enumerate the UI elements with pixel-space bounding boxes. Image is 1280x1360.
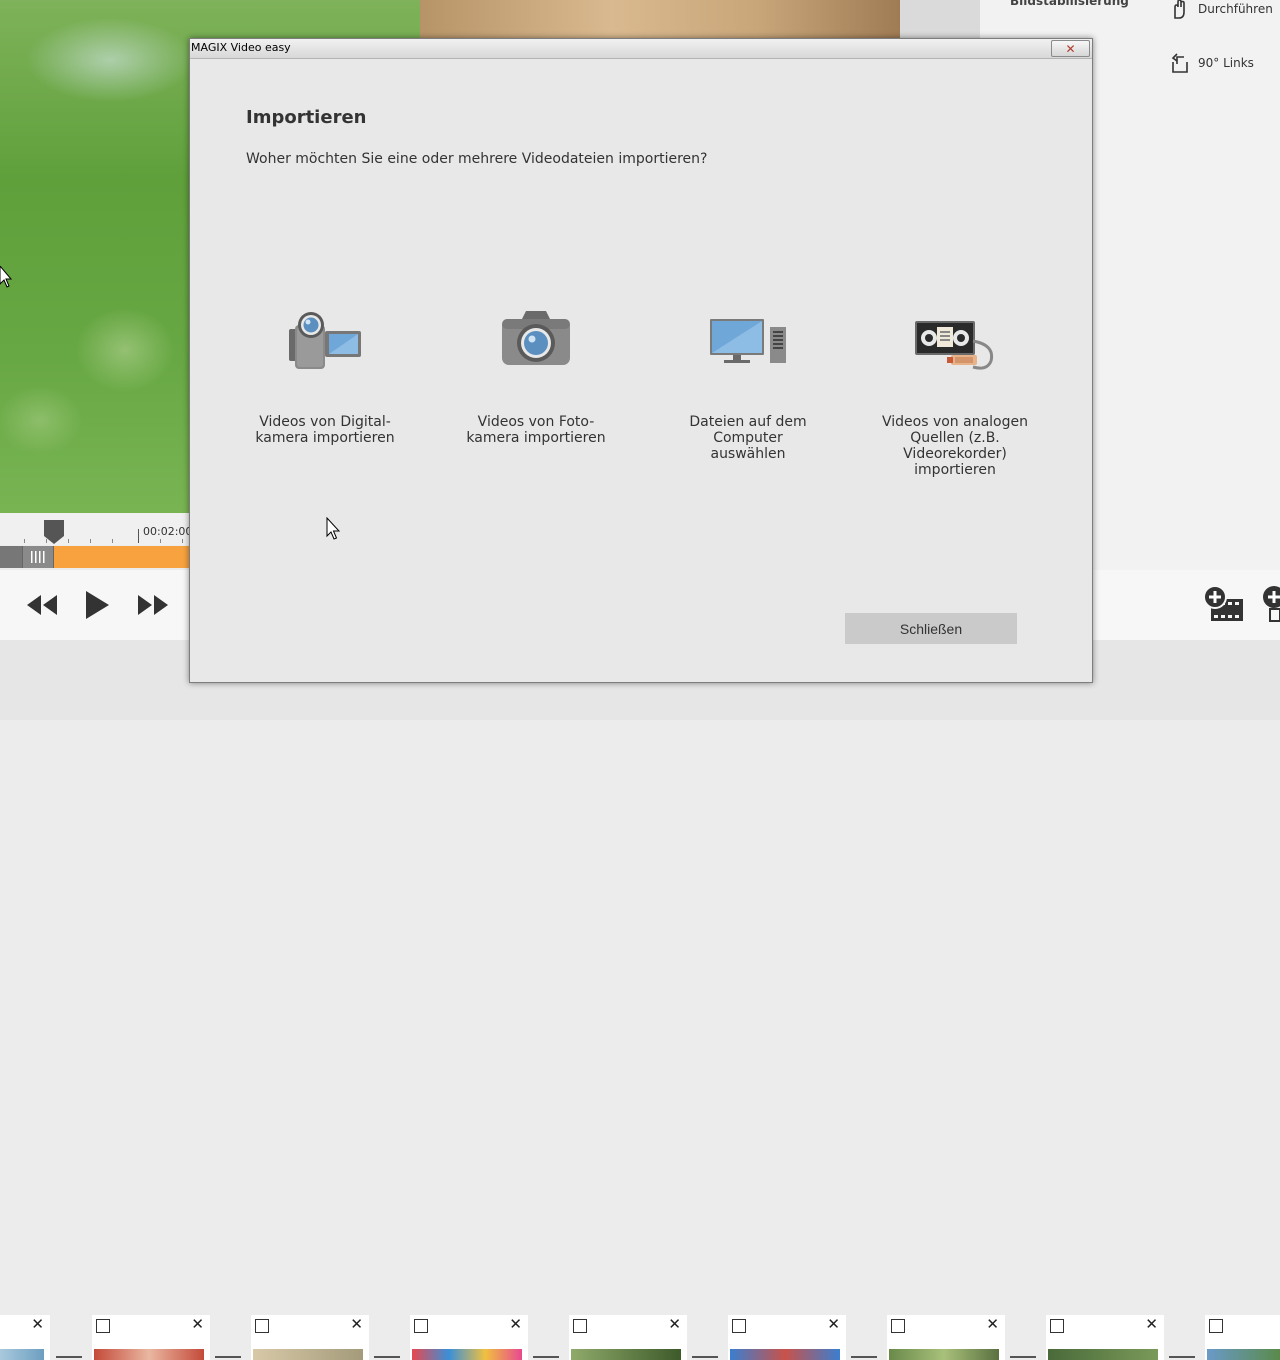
clip-checkbox[interactable] xyxy=(891,1319,905,1333)
clip-checkbox[interactable] xyxy=(1209,1319,1223,1333)
close-icon: ✕ xyxy=(1065,41,1076,56)
play-icon[interactable] xyxy=(82,590,112,620)
storyboard-clip[interactable]: ✕ xyxy=(215,1315,369,1360)
storyboard-clip[interactable]: ✕ xyxy=(533,1315,687,1360)
remove-clip-icon[interactable]: ✕ xyxy=(191,1315,204,1333)
preview-image-top xyxy=(420,0,900,40)
computer-icon xyxy=(710,319,786,363)
rotate-left-button[interactable]: 90° Links xyxy=(1168,52,1254,74)
rotate-left-label: 90° Links xyxy=(1198,56,1254,70)
window-title: MAGIX Video easy xyxy=(191,41,291,54)
fast-forward-icon[interactable] xyxy=(136,590,170,620)
rotate-left-icon xyxy=(1171,53,1188,73)
remove-clip-icon[interactable]: ✕ xyxy=(509,1315,522,1333)
dialog-heading: Importieren xyxy=(246,107,367,128)
dialog-question: Woher möchten Sie eine oder mehrere Vide… xyxy=(246,151,708,167)
clip-checkbox[interactable] xyxy=(96,1319,110,1333)
storyboard-clip[interactable] xyxy=(1169,1315,1280,1360)
clip-checkbox[interactable] xyxy=(1050,1319,1064,1333)
dialog-titlebar[interactable]: MAGIX Video easy ✕ xyxy=(190,39,1092,59)
perform-label: Durchführen xyxy=(1198,2,1273,16)
preview-gap xyxy=(900,0,980,40)
remove-clip-icon[interactable]: ✕ xyxy=(827,1315,840,1333)
close-dialog-button[interactable]: Schließen xyxy=(845,613,1017,644)
storyboard-clip[interactable]: ✕ xyxy=(1010,1315,1164,1360)
mouse-cursor-icon xyxy=(326,517,341,540)
track-grip-handle[interactable] xyxy=(22,546,54,568)
option-label: Videos von analogen Quellen (z.B. Videor… xyxy=(881,414,1028,478)
option-label: Videos von Foto- kamera importieren xyxy=(466,414,606,446)
timeline-ruler[interactable]: 00:02:00 xyxy=(0,513,193,545)
clip-checkbox[interactable] xyxy=(255,1319,269,1333)
import-from-computer-option[interactable]: Dateien auf dem Computer auswählen xyxy=(653,305,843,485)
storyboard-clip[interactable]: ✕ xyxy=(374,1315,528,1360)
storyboard-clip[interactable]: ✕ xyxy=(692,1315,846,1360)
remove-clip-icon[interactable]: ✕ xyxy=(350,1315,363,1333)
clip-checkbox[interactable] xyxy=(732,1319,746,1333)
option-label: Dateien auf dem Computer auswählen xyxy=(689,414,807,462)
import-from-camcorder-option[interactable]: Videos von Digital- kamera importieren xyxy=(230,305,420,485)
add-video-icon[interactable] xyxy=(1203,585,1247,625)
clip-checkbox[interactable] xyxy=(573,1319,587,1333)
camcorder-icon xyxy=(289,312,361,369)
storyboard-clip[interactable]: ✕ xyxy=(0,1315,50,1360)
remove-clip-icon[interactable]: ✕ xyxy=(668,1315,681,1333)
hand-icon xyxy=(1174,0,1185,19)
close-window-button[interactable]: ✕ xyxy=(1051,40,1090,57)
ruler-major-tick xyxy=(138,529,139,543)
photo-camera-icon xyxy=(502,311,570,365)
storyboard-clip[interactable]: ✕ xyxy=(56,1315,210,1360)
vhs-recorder-icon xyxy=(915,321,994,370)
import-from-photo-camera-option[interactable]: Videos von Foto- kamera importieren xyxy=(441,305,631,485)
storyboard-clip[interactable]: ✕ xyxy=(851,1315,1005,1360)
perform-button[interactable]: Durchführen xyxy=(1168,0,1273,20)
stabilize-option[interactable]: Bildstabilisierung xyxy=(1010,0,1129,8)
import-dialog: MAGIX Video easy ✕ Importieren Woher möc… xyxy=(189,38,1093,683)
add-photo-icon[interactable] xyxy=(1262,585,1280,625)
remove-clip-icon[interactable]: ✕ xyxy=(986,1315,999,1333)
import-from-analog-option[interactable]: Videos von analogen Quellen (z.B. Videor… xyxy=(860,305,1050,485)
mouse-cursor-icon xyxy=(0,266,12,288)
ruler-time-label: 00:02:00 xyxy=(143,525,193,538)
rewind-icon[interactable] xyxy=(25,590,59,620)
option-label: Videos von Digital- kamera importieren xyxy=(255,414,395,446)
remove-clip-icon[interactable]: ✕ xyxy=(1145,1315,1158,1333)
remove-clip-icon[interactable]: ✕ xyxy=(31,1315,44,1333)
grip-icon xyxy=(31,551,45,563)
stabilize-label: Bildstabilisierung xyxy=(1010,0,1129,8)
clip-checkbox[interactable] xyxy=(414,1319,428,1333)
playhead-handle[interactable] xyxy=(44,520,64,544)
